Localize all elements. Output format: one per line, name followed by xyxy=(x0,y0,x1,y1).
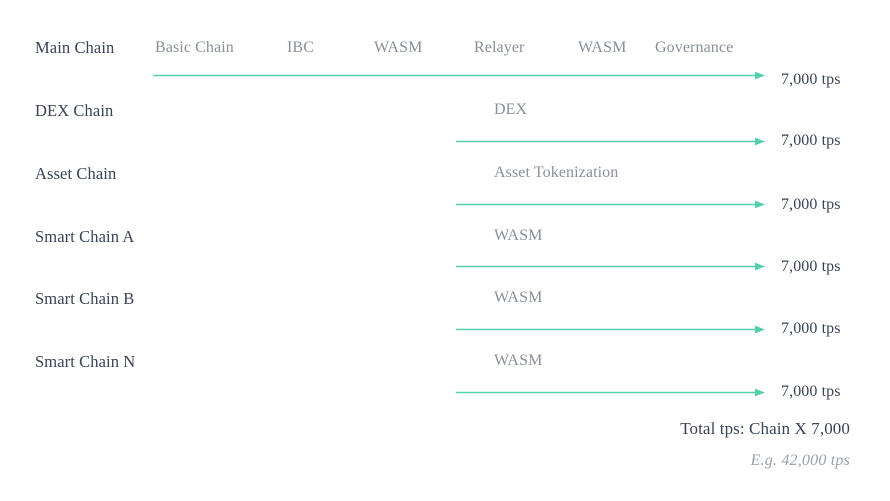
tps-label-smart-chain-b: 7,000 tps xyxy=(781,320,841,337)
row-label-main-chain: Main Chain xyxy=(35,38,115,57)
column-header-basic-chain-0: Basic Chain xyxy=(155,39,234,56)
column-header-wasm-2: WASM xyxy=(374,39,423,56)
tps-label-dex-chain: 7,000 tps xyxy=(781,132,841,149)
tps-label-smart-chain-n: 7,000 tps xyxy=(781,383,841,400)
row-label-smart-chain-n: Smart Chain N xyxy=(35,352,136,371)
throughput-arrow-asset-chain xyxy=(456,199,765,210)
tps-label-main-chain: 7,000 tps xyxy=(781,71,841,88)
module-label-smart-chain-b: WASM xyxy=(494,289,543,306)
row-label-smart-chain-a: Smart Chain A xyxy=(35,227,135,246)
module-label-asset-chain: Asset Tokenization xyxy=(494,164,619,181)
row-label-asset-chain: Asset Chain xyxy=(35,164,117,183)
throughput-arrow-dex-chain xyxy=(456,136,765,147)
module-label-smart-chain-n: WASM xyxy=(494,352,543,369)
tps-label-smart-chain-a: 7,000 tps xyxy=(781,258,841,275)
column-header-ibc-1: IBC xyxy=(287,39,314,56)
total-tps-label: Total tps: Chain X 7,000 xyxy=(680,419,850,438)
throughput-arrow-smart-chain-n xyxy=(456,387,765,398)
row-label-smart-chain-b: Smart Chain B xyxy=(35,289,135,308)
row-label-dex-chain: DEX Chain xyxy=(35,101,114,120)
column-header-wasm-4: WASM xyxy=(578,39,627,56)
module-label-smart-chain-a: WASM xyxy=(494,227,543,244)
throughput-arrow-smart-chain-a xyxy=(456,261,765,272)
example-tps-label: E.g. 42,000 tps xyxy=(750,452,850,469)
tps-label-asset-chain: 7,000 tps xyxy=(781,196,841,213)
column-header-governance-5: Governance xyxy=(655,39,734,56)
column-header-relayer-3: Relayer xyxy=(474,39,525,56)
throughput-arrow-smart-chain-b xyxy=(456,324,765,335)
throughput-arrow-main-chain xyxy=(153,70,765,81)
diagram-canvas: Basic Chain IBC WASM Relayer WASM Governance … xyxy=(0,0,890,501)
module-label-dex-chain: DEX xyxy=(494,101,528,118)
